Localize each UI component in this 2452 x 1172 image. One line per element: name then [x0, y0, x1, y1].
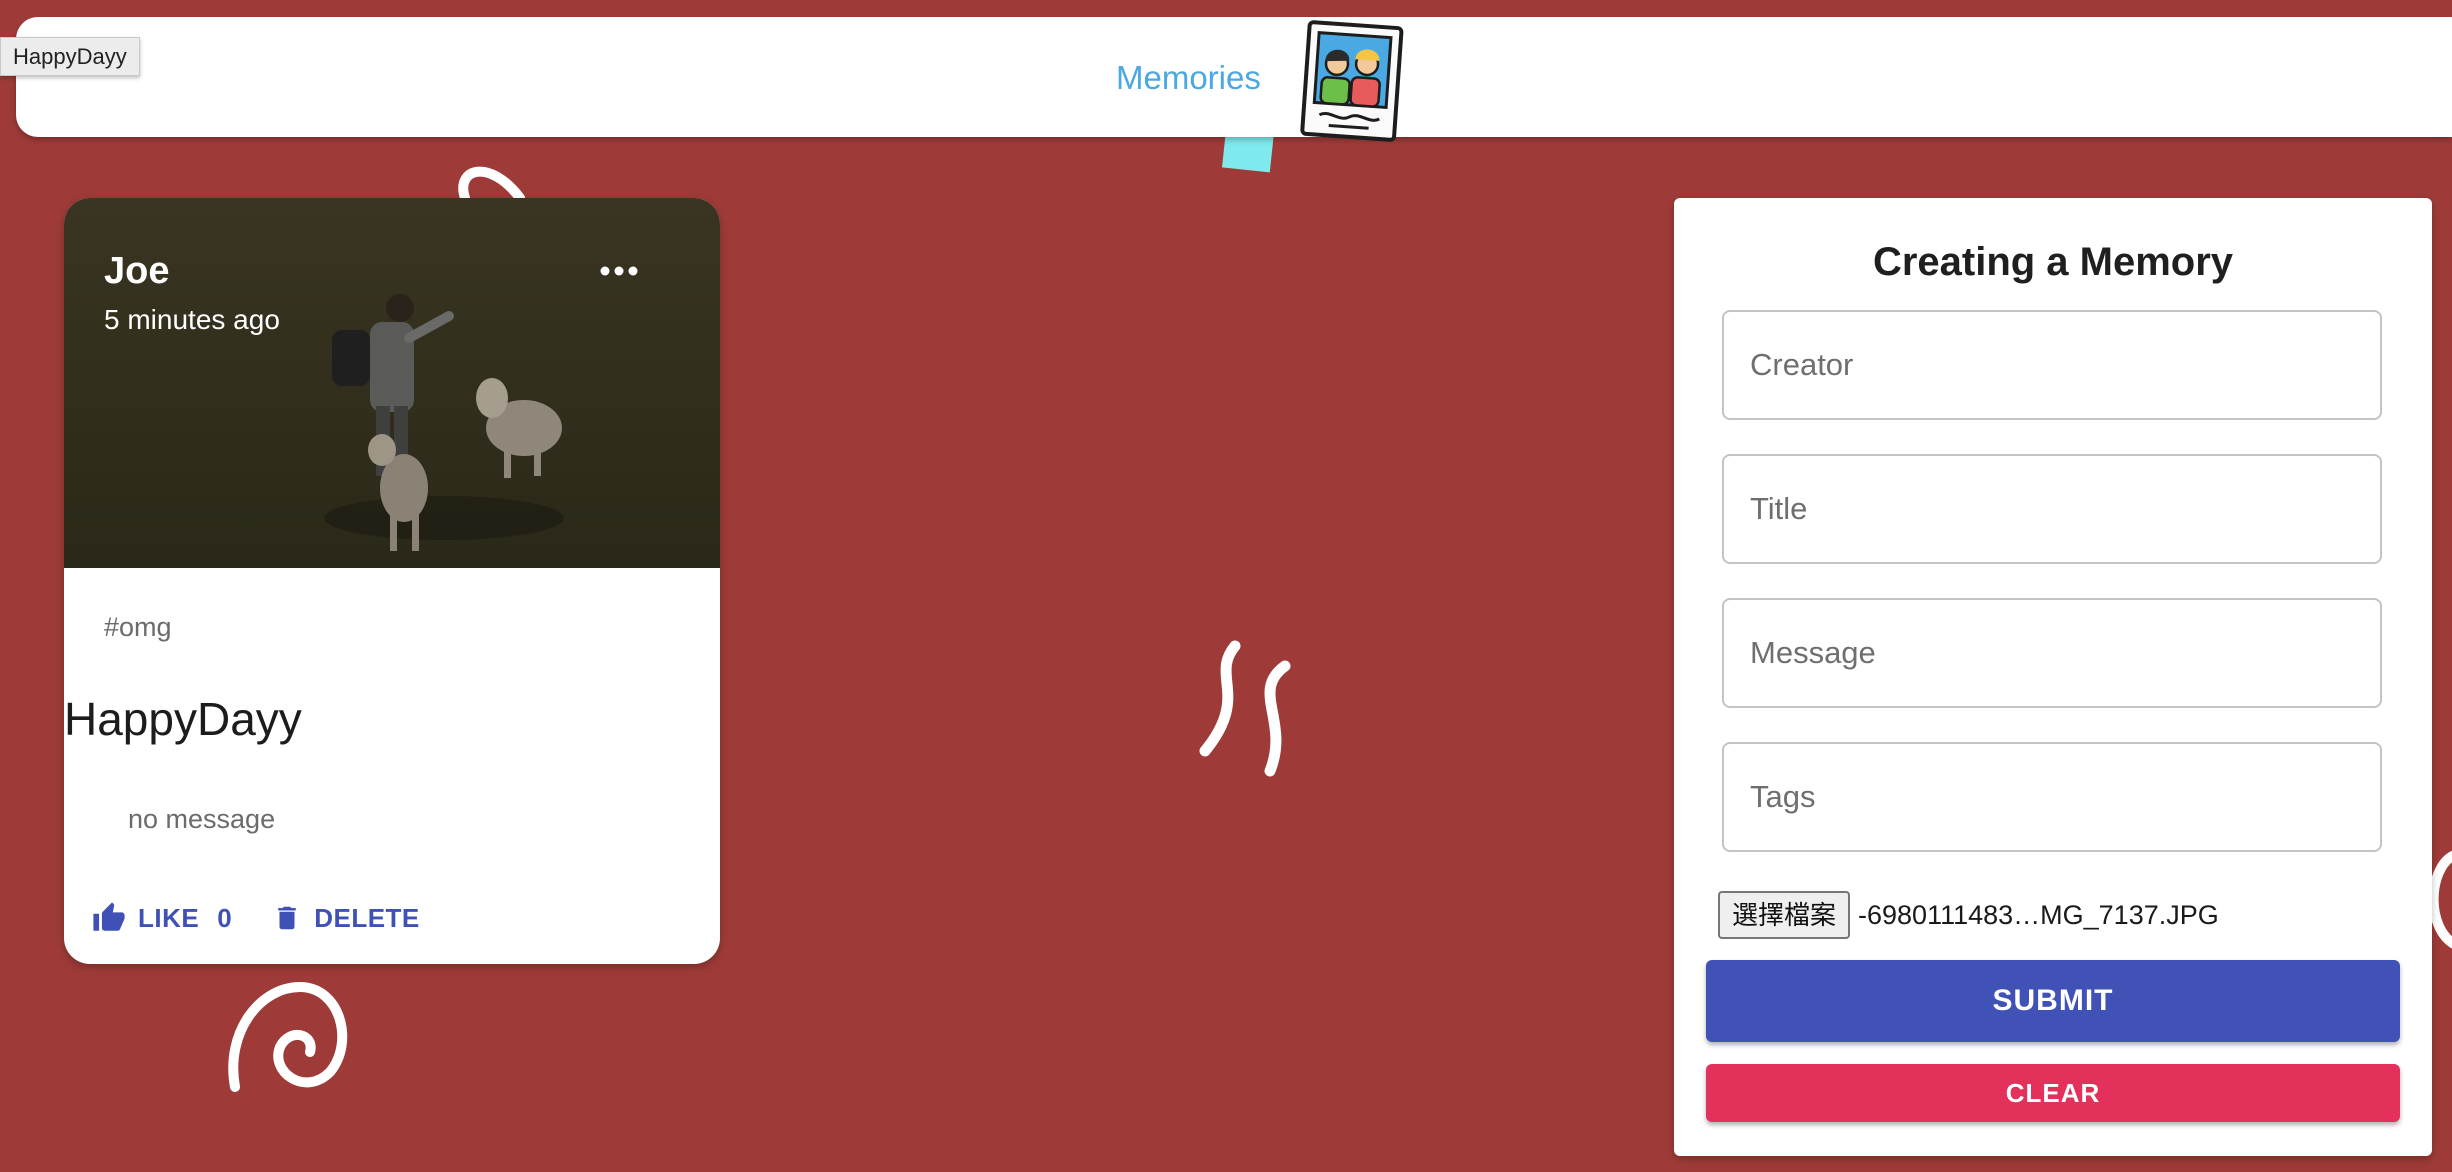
- tooltip: HappyDayy: [0, 37, 140, 76]
- doodle-squiggle-center: [1199, 640, 1291, 777]
- message-field[interactable]: [1722, 598, 2382, 708]
- post-time: 5 minutes ago: [104, 304, 280, 335]
- app-bar: Memories: [16, 17, 2452, 142]
- doodle-spiral-bottom: [228, 981, 348, 1092]
- post-creator: Joe: [104, 250, 170, 292]
- post-title: HappyDayy: [64, 693, 302, 745]
- post-message: no message: [128, 804, 276, 834]
- delete-button[interactable]: DELETE: [272, 901, 420, 935]
- creator-field[interactable]: [1722, 310, 2382, 420]
- app-title[interactable]: Memories: [1116, 59, 1261, 97]
- like-label: LIKE: [138, 902, 200, 933]
- file-picker: 選擇檔案 -6980111483…MG_7137.JPG: [1718, 891, 2219, 939]
- selected-file-name: -6980111483…MG_7137.JPG: [1858, 899, 2219, 930]
- like-button[interactable]: LIKE 0: [92, 901, 232, 935]
- card-actions: LIKE 0 DELETE: [92, 894, 420, 942]
- clear-button[interactable]: CLEAR: [1706, 1064, 2400, 1122]
- title-field[interactable]: [1722, 454, 2382, 564]
- submit-button[interactable]: SUBMIT: [1706, 960, 2400, 1042]
- trash-icon: [278, 906, 296, 930]
- thumb-up-icon: [93, 902, 125, 931]
- more-options-icon[interactable]: [594, 256, 644, 286]
- create-memory-form: Creating a Memory 選擇檔案 -6980111483…MG_71…: [1674, 198, 2432, 1156]
- memory-card: Joe 5 minutes ago #omg HappyDayy no mess…: [64, 198, 720, 964]
- post-tags: #omg: [104, 612, 172, 642]
- like-count: 0: [217, 902, 233, 933]
- delete-label: DELETE: [314, 902, 420, 933]
- memories-logo-icon: [1300, 20, 1404, 142]
- choose-file-button[interactable]: 選擇檔案: [1718, 891, 1851, 939]
- form-title: Creating a Memory: [1872, 240, 2234, 284]
- tags-field[interactable]: [1722, 742, 2382, 852]
